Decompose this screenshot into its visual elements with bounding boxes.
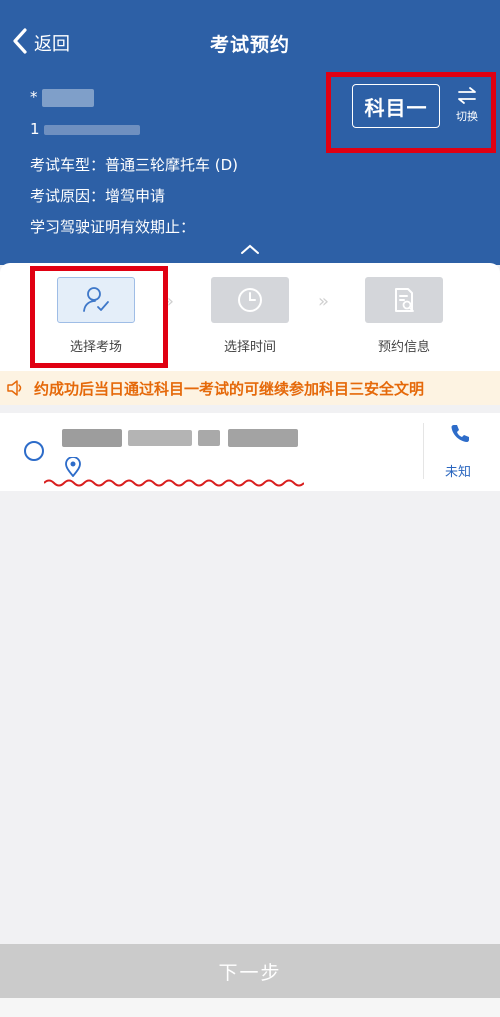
name-masked: *: [30, 88, 38, 106]
redacted-id: [44, 124, 141, 135]
step-label: 预约信息: [377, 340, 430, 355]
highlight-box-step: [30, 266, 168, 368]
header: 返回 考试预约 * 1 考试车型：普通三轮摩托车 (D) 考试原因：增驾申请 学…: [0, 0, 500, 265]
wavy-underline-annotation: [43, 473, 305, 492]
bottom-bar: [0, 998, 500, 1017]
id-masked: 1: [30, 120, 40, 138]
top-bar: 返回 考试预约: [0, 18, 500, 68]
exam-reason: 考试原因：增驾申请: [30, 187, 166, 205]
step-select-time[interactable]: 选择时间: [210, 277, 290, 355]
step-label: 选择时间: [223, 340, 276, 355]
phone-icon[interactable]: [450, 423, 470, 447]
next-step-button[interactable]: 下一步: [0, 944, 500, 998]
redacted-name: [42, 88, 95, 107]
permit-validity: 学习驾驶证明有效期止：: [30, 218, 196, 236]
status-unknown: 未知: [445, 465, 472, 480]
double-chevron-right-icon: »: [318, 291, 330, 312]
applicant-name: *: [30, 88, 95, 107]
steps-card: 选择考场 » 选择时间 » 预约信息: [0, 263, 500, 371]
document-search-icon: [365, 277, 443, 323]
highlight-box-subject: [326, 72, 496, 153]
clock-icon: [211, 277, 289, 323]
step-booking-info[interactable]: 预约信息: [364, 277, 444, 355]
site-radio[interactable]: [24, 441, 44, 461]
vehicle-type: 考试车型：普通三轮摩托车 (D): [30, 156, 239, 174]
notice-banner: 约成功后当日通过科目一考试的可继续参加科目三安全文明: [0, 371, 500, 405]
chevron-up-icon[interactable]: [239, 241, 261, 260]
applicant-id: 1: [30, 120, 141, 138]
speaker-icon: [6, 379, 24, 401]
exam-site-item[interactable]: 未知: [0, 413, 500, 491]
page-title: 考试预约: [209, 34, 290, 56]
divider: [423, 423, 424, 479]
notice-text: 约成功后当日通过科目一考试的可继续参加科目三安全文明: [34, 380, 425, 398]
